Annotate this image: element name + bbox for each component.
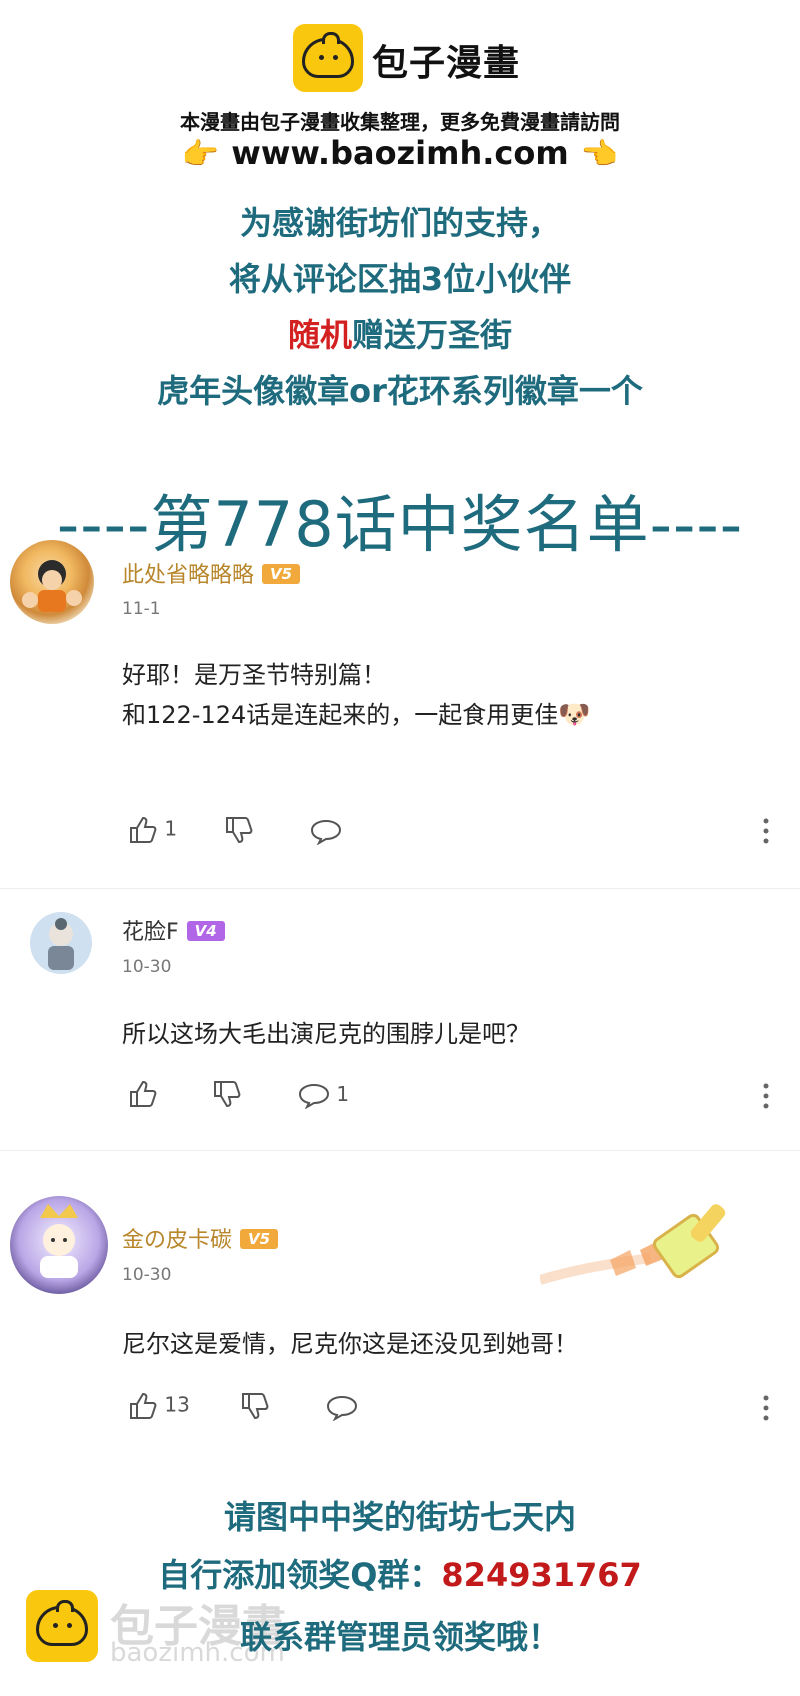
user-avatar[interactable] [10, 1196, 108, 1294]
site-notice: 本漫畫由包子漫畫收集整理，更多免費漫畫請訪問 [180, 110, 620, 134]
winners-title: ----第778话中奖名单---- [56, 488, 744, 561]
doge-emoji-icon: 🐶 [558, 700, 591, 730]
promo-line-4: 虎年头像徽章or花环系列徽章一个 [157, 372, 643, 410]
thumbs-down-icon [214, 1081, 241, 1108]
level-badge: V4 [186, 921, 225, 941]
brand-name: 包子漫畫 [372, 43, 521, 84]
comment-line: 尼尔这是爱情，尼克你这是还没见到她哥！ [122, 1330, 578, 1358]
thumbs-up-icon [130, 816, 157, 843]
comment-date: 11-1 [122, 599, 161, 619]
user-avatar[interactable] [10, 540, 94, 624]
dislike-button[interactable] [240, 1392, 270, 1420]
brand-logo [293, 24, 363, 92]
reply-count: 1 [336, 1082, 350, 1106]
pointing-right-hand-icon: 👉 [181, 137, 220, 172]
like-button[interactable] [128, 1080, 158, 1108]
dislike-button[interactable] [212, 1080, 242, 1108]
comment-date: 10-30 [122, 1265, 172, 1285]
dislike-button[interactable] [224, 816, 254, 844]
bun-icon [302, 32, 354, 78]
comment-bubble-icon [326, 1395, 358, 1421]
more-options-button[interactable] [762, 1083, 770, 1113]
more-vertical-icon [763, 1083, 769, 1109]
thumbs-down-icon [226, 817, 253, 844]
comment-line: 好耶！是万圣节特别篇！ [122, 661, 386, 689]
reply-button[interactable]: 1 [298, 1082, 349, 1109]
more-options-button[interactable] [762, 1395, 770, 1425]
comment-line: 和122-124话是连起来的，一起食用更佳🐶 [122, 700, 591, 730]
like-button[interactable]: 1 [128, 816, 177, 844]
comment-header: 此处省略略略 V5 [122, 557, 301, 589]
promo-gift: 赠送万圣街 [352, 316, 513, 354]
qq-group-label: 自行添加领奖Q群： [158, 1556, 442, 1594]
comment-header: 花脸F V4 [122, 914, 225, 946]
promo-line-1: 为感谢街坊们的支持， [239, 204, 560, 242]
more-options-button[interactable] [762, 818, 770, 848]
more-vertical-icon [763, 1395, 769, 1421]
more-vertical-icon [763, 818, 769, 844]
qq-group-number: 824931767 [441, 1556, 642, 1594]
thumbs-up-icon [130, 1392, 157, 1419]
comment-header: 金の皮卡碳 V5 [122, 1222, 279, 1254]
footer-line-3: 联系群管理员领奖哦！ [239, 1618, 560, 1656]
comment-text: 尼尔这是爱情，尼克你这是还没见到她哥！ [122, 1324, 578, 1364]
comment-divider [0, 1150, 800, 1151]
thumbs-down-icon [242, 1393, 269, 1420]
like-count: 1 [164, 816, 178, 841]
comment-bubble-icon [298, 1083, 330, 1109]
comment-divider [0, 888, 800, 889]
promo-line-2: 将从评论区抽3位小伙伴 [228, 260, 572, 298]
comment-bubble-icon [310, 819, 342, 845]
pointing-left-hand-icon: 👈 [580, 137, 619, 172]
user-avatar[interactable] [30, 912, 92, 974]
comment-text: 好耶！是万圣节特别篇！ 和122-124话是连起来的，一起食用更佳🐶 [122, 655, 591, 735]
username[interactable]: 此处省略略略 [122, 563, 254, 588]
reply-button[interactable] [326, 1394, 358, 1421]
site-url[interactable]: www.baozimh.com [231, 134, 568, 172]
username[interactable]: 花脸F [122, 920, 179, 945]
comment-line: 所以这场大毛出演尼克的围脖儿是吧？ [122, 1020, 530, 1048]
promo-random: 随机 [287, 316, 352, 354]
decorative-brush-sticker [538, 1198, 750, 1294]
site-url-row: 👉 www.baozimh.com 👈 [0, 134, 800, 172]
like-button[interactable]: 13 [128, 1392, 190, 1420]
reply-button[interactable] [310, 818, 342, 845]
level-badge: V5 [240, 1229, 279, 1249]
promo-line-3: 随机赠送万圣街 [0, 310, 800, 356]
level-badge: V5 [262, 564, 301, 584]
username[interactable]: 金の皮卡碳 [122, 1228, 232, 1253]
footer-line-1: 请图中中奖的街坊七天内 [223, 1498, 576, 1536]
comment-text: 所以这场大毛出演尼克的围脖儿是吧？ [122, 1014, 530, 1054]
thumbs-up-icon [130, 1080, 157, 1107]
comment-date: 10-30 [122, 957, 172, 977]
like-count: 13 [164, 1392, 190, 1417]
